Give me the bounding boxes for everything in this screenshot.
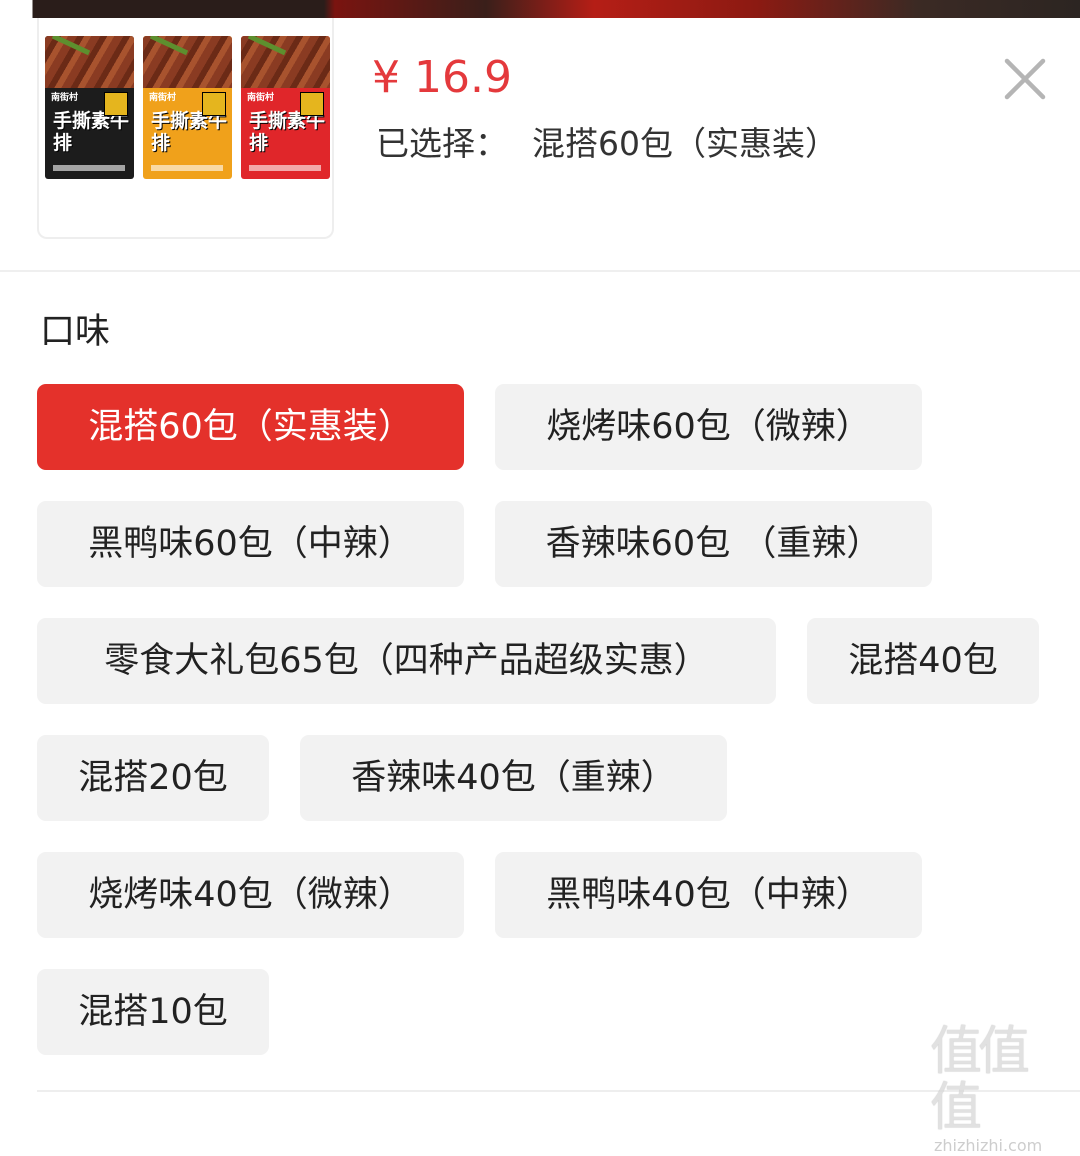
product-pack-image: 南街村 手撕素牛排 <box>241 36 330 179</box>
selected-value: 混搭60包（实惠装） <box>532 124 838 163</box>
option-bbq-60[interactable]: 烧烤味60包（微辣） <box>495 384 922 470</box>
pack-name: 手撕素牛排 <box>53 110 130 154</box>
option-spicy-60[interactable]: 香辣味60包 （重辣） <box>495 501 932 587</box>
option-black-duck-60[interactable]: 黑鸭味60包（中辣） <box>37 501 464 587</box>
option-snack-gift-65[interactable]: 零食大礼包65包（四种产品超级实惠） <box>37 618 776 704</box>
pack-brand: 南街村 <box>149 93 177 103</box>
option-mix-10[interactable]: 混搭10包 <box>37 969 269 1055</box>
selected-sku-summary: 已选择： 混搭60包（实惠装） <box>376 122 838 166</box>
product-pack-image: 南街村 手撕素牛排 <box>45 36 134 179</box>
pack-name: 手撕素牛排 <box>151 110 228 154</box>
bottom-divider <box>37 1090 1080 1092</box>
option-mix-40[interactable]: 混搭40包 <box>807 618 1039 704</box>
option-black-duck-40[interactable]: 黑鸭味40包（中辣） <box>495 852 922 938</box>
close-button[interactable] <box>1000 54 1050 104</box>
close-icon <box>1004 58 1046 100</box>
option-mix-20[interactable]: 混搭20包 <box>37 735 269 821</box>
flavor-section-title: 口味 <box>40 312 111 352</box>
option-spicy-40[interactable]: 香辣味40包（重辣） <box>300 735 727 821</box>
option-mix-60[interactable]: 混搭60包（实惠装） <box>37 384 464 470</box>
pack-name: 手撕素牛排 <box>249 110 326 154</box>
pack-brand: 南街村 <box>247 93 275 103</box>
watermark: 值值值 zhizhizhi.com <box>930 1024 1070 1155</box>
section-divider <box>0 270 1080 272</box>
product-price: ¥ 16.9 <box>372 52 512 103</box>
product-pack-image: 南街村 手撕素牛排 <box>143 36 232 179</box>
watermark-url: zhizhizhi.com <box>934 1136 1043 1155</box>
option-bbq-40[interactable]: 烧烤味40包（微辣） <box>37 852 464 938</box>
sku-selector-sheet: 南街村 手撕素牛排 南街村 手撕素牛排 南街村 手撕素牛排 ¥ 16.9 已选择… <box>0 18 1080 1155</box>
product-thumbnail: 南街村 手撕素牛排 南街村 手撕素牛排 南街村 手撕素牛排 <box>37 18 334 239</box>
selected-label: 已选择： <box>376 124 508 163</box>
watermark-logo: 值值值 <box>930 1022 1030 1138</box>
background-page-strip <box>0 0 1080 18</box>
pack-brand: 南街村 <box>51 93 79 103</box>
